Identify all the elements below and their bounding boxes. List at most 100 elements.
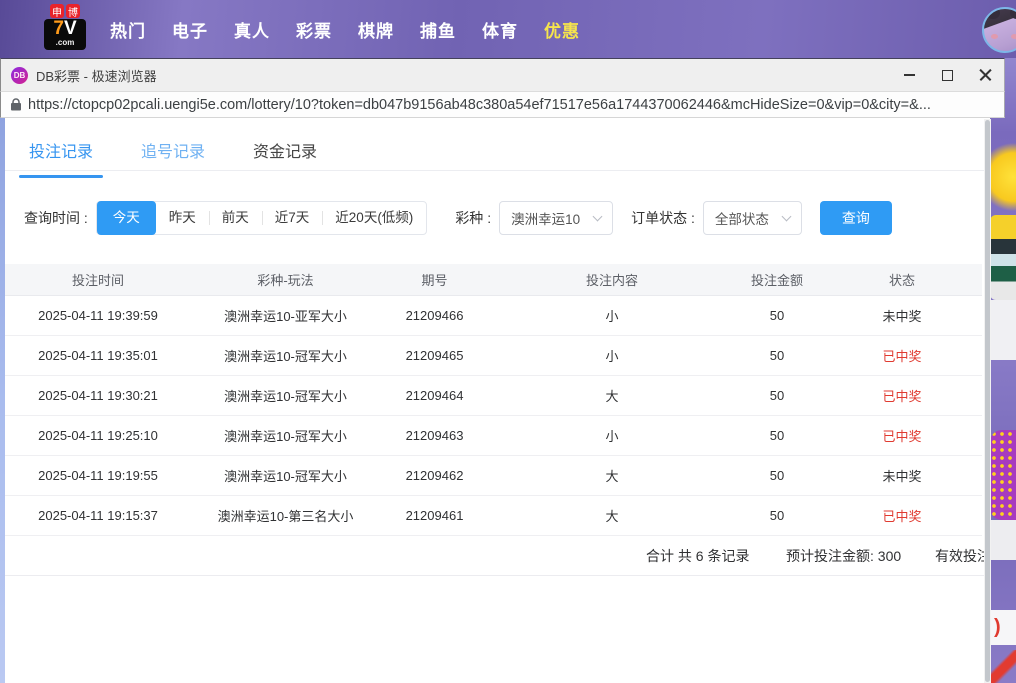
vertical-scrollbar[interactable] (984, 119, 991, 683)
maximize-button[interactable] (928, 59, 966, 91)
bg-decoration-band (990, 520, 1016, 560)
cell-status: 未中奖 (822, 455, 982, 495)
cell-status: 已中奖 (822, 375, 982, 415)
table-header-cell: 投注时间 (2, 264, 194, 295)
time-range-option[interactable]: 近7天 (262, 202, 323, 234)
cell-bet-time: 2025-04-11 19:35:01 (2, 335, 194, 375)
cell-bet-content: 大 (492, 495, 732, 535)
nav-menu-item[interactable]: 热门 (110, 17, 146, 42)
cell-issue-number: 21209462 (377, 455, 492, 495)
nav-menu-item[interactable]: 捕鱼 (420, 17, 456, 42)
table-row: 2025-04-11 19:19:55 澳洲幸运10-冠军大小 21209462… (2, 455, 982, 495)
cell-issue-number: 21209465 (377, 335, 492, 375)
bg-decoration-clipped-text: ) (990, 610, 1016, 645)
cell-game-play: 澳洲幸运10-冠军大小 (194, 375, 377, 415)
logo-badge-right: 博 (66, 4, 80, 18)
record-tab[interactable]: 投注记录 (27, 132, 95, 178)
table-row: 2025-04-11 19:25:10 澳洲幸运10-冠军大小 21209463… (2, 415, 982, 455)
cell-bet-time: 2025-04-11 19:30:21 (2, 375, 194, 415)
cell-bet-content: 小 (492, 415, 732, 455)
cell-game-play: 澳洲幸运10-第三名大小 (194, 495, 377, 535)
lottery-select[interactable]: 澳洲幸运10 (499, 201, 613, 235)
logo-badge-left: 申 (50, 4, 64, 18)
table-body: 2025-04-11 19:39:59 澳洲幸运10-亚军大小 21209466… (2, 295, 982, 535)
time-range-option[interactable]: 前天 (209, 202, 262, 234)
cell-bet-amount: 50 (732, 495, 822, 535)
cell-status: 已中奖 (822, 495, 982, 535)
nav-menu-item[interactable]: 真人 (234, 17, 270, 42)
maximize-icon (942, 70, 953, 81)
chevron-down-icon (593, 211, 603, 221)
time-range-option[interactable]: 今天 (97, 201, 156, 235)
avatar-face (991, 34, 998, 39)
search-button[interactable]: 查询 (820, 201, 892, 235)
bg-decoration-red-streak (990, 650, 1016, 683)
cell-status: 已中奖 (822, 335, 982, 375)
logo-box: 7V .com (44, 19, 86, 50)
summary-expected-amount: 预计投注金额: 300 (786, 536, 901, 576)
nav-menu-item[interactable]: 电子 (172, 17, 208, 42)
records-panel: 投注记录 追号记录 资金记录 查询时间 : 今天 昨天 前天 近7天 近2 (0, 118, 984, 683)
window-controls (890, 59, 1004, 91)
page-background-strip: ) (990, 58, 1016, 683)
lottery-select-value: 澳洲幸运10 (511, 208, 580, 228)
cell-bet-time: 2025-04-11 19:25:10 (2, 415, 194, 455)
cell-bet-amount: 50 (732, 455, 822, 495)
logo-domain: .com (44, 39, 86, 47)
cell-bet-amount: 50 (732, 295, 822, 335)
bet-records-table: 投注时间彩种-玩法期号投注内容投注金额状态 2025-04-11 19:39:5… (2, 264, 982, 536)
time-range-group: 今天 昨天 前天 近7天 近20天(低频) (96, 201, 428, 235)
summary-row: 合计 共 6 条记录 预计投注金额: 300 有效投注金 (0, 536, 984, 576)
status-filter-label: 订单状态 : (631, 208, 695, 228)
minimize-icon (904, 74, 915, 76)
site-top-bar: 申 博 7V .com 热门 电子 真人 彩票 棋牌 捕鱼 体育 (0, 0, 1016, 58)
logo-brand: 7V (44, 19, 86, 39)
browser-urlbar[interactable]: https://ctopcp02pcali.uengi5e.com/lotter… (0, 92, 1005, 118)
browser-titlebar: DB DB彩票 - 极速浏览器 (0, 58, 1005, 92)
cell-bet-content: 小 (492, 295, 732, 335)
table-header-cell: 投注金额 (732, 264, 822, 295)
nav-menu-item[interactable]: 彩票 (296, 17, 332, 42)
cell-issue-number: 21209463 (377, 415, 492, 455)
close-icon (979, 69, 992, 82)
time-range-option[interactable]: 昨天 (156, 202, 209, 234)
cell-bet-time: 2025-04-11 19:15:37 (2, 495, 194, 535)
record-tab[interactable]: 追号记录 (139, 132, 207, 178)
cell-bet-amount: 50 (732, 335, 822, 375)
record-tab[interactable]: 资金记录 (251, 132, 319, 178)
table-header-cell: 状态 (822, 264, 982, 295)
minimize-button[interactable] (890, 59, 928, 91)
cell-bet-content: 大 (492, 455, 732, 495)
bg-decoration-dotted-ball (990, 430, 1016, 520)
chevron-down-icon (781, 211, 791, 221)
cell-status: 已中奖 (822, 415, 982, 455)
nav-menu-item[interactable]: 体育 (482, 17, 518, 42)
nav-menu-item[interactable]: 棋牌 (358, 17, 394, 42)
cell-game-play: 澳洲幸运10-冠军大小 (194, 335, 377, 375)
cell-bet-time: 2025-04-11 19:39:59 (2, 295, 194, 335)
cell-bet-content: 小 (492, 335, 732, 375)
summary-valid-amount: 有效投注金 (935, 536, 984, 576)
scrollbar-thumb[interactable] (985, 120, 990, 682)
screen: 申 博 7V .com 热门 电子 真人 彩票 棋牌 捕鱼 体育 (0, 0, 1016, 683)
filter-bar: 查询时间 : 今天 昨天 前天 近7天 近20天(低频) 彩种 : 澳洲幸运10 (24, 201, 892, 235)
order-status-select[interactable]: 全部状态 (703, 201, 802, 235)
logo-brand-7: 7 (53, 19, 64, 39)
close-button[interactable] (966, 59, 1004, 91)
table-row: 2025-04-11 19:30:21 澳洲幸运10-冠军大小 21209464… (2, 375, 982, 415)
summary-total-records: 合计 共 6 条记录 (646, 536, 749, 576)
table-header-cell: 投注内容 (492, 264, 732, 295)
order-status-value: 全部状态 (715, 208, 769, 228)
time-filter-label: 查询时间 : (24, 208, 88, 228)
table-row: 2025-04-11 19:35:01 澳洲幸运10-冠军大小 21209465… (2, 335, 982, 375)
user-avatar[interactable] (982, 7, 1016, 53)
bg-decoration-star (990, 140, 1016, 214)
time-range-option[interactable]: 近20天(低频) (322, 202, 426, 234)
cell-issue-number: 21209466 (377, 295, 492, 335)
lottery-filter-label: 彩种 : (455, 208, 491, 228)
table-row: 2025-04-11 19:15:37 澳洲幸运10-第三名大小 2120946… (2, 495, 982, 535)
site-logo[interactable]: 申 博 7V .com (44, 4, 86, 50)
nav-menu-item[interactable]: 优惠 (544, 17, 580, 42)
logo-brand-v: V (64, 19, 77, 39)
lock-icon (11, 98, 21, 111)
